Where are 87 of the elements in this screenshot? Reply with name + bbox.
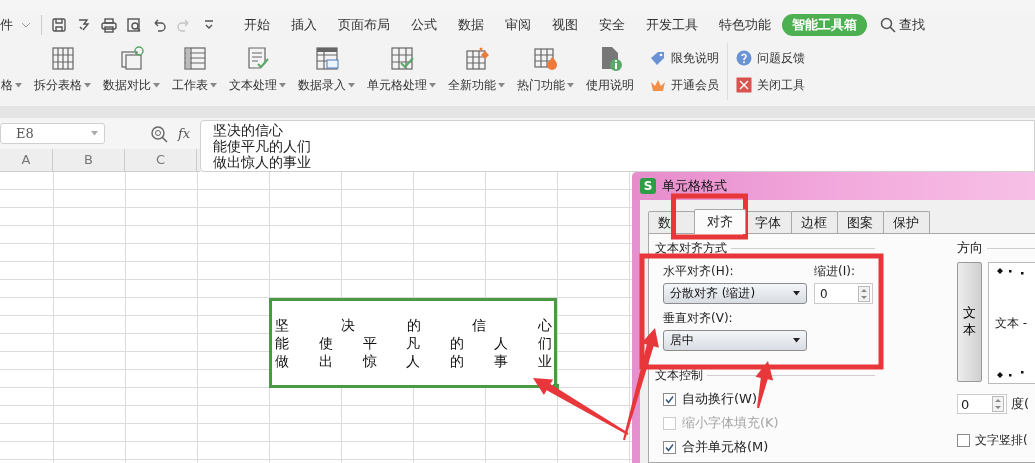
menu-tab[interactable]: 页面布局 — [328, 13, 400, 36]
caret-icon — [279, 83, 286, 88]
caret-icon — [153, 83, 160, 88]
menu-tab[interactable]: 开始 — [234, 13, 280, 36]
menu-tab[interactable]: 公式 — [401, 13, 447, 36]
menu-tab[interactable]: 安全 — [589, 13, 635, 36]
flame-table-icon — [531, 45, 560, 71]
formula-field[interactable]: 坚决的信心 能使平凡的人们 做出惊人的事业 — [200, 120, 1035, 172]
ribbon-link[interactable]: 限免说明 — [649, 49, 719, 67]
cell-text-line: 能使平凡的人们 — [275, 334, 552, 352]
field-label: 水平对齐(H): — [663, 263, 735, 280]
checkbox-label: 缩小字体填充(K) — [682, 415, 779, 431]
caret-icon — [91, 131, 98, 136]
degrees-label: 度( — [1011, 395, 1030, 413]
cell-text-line: 做出惊人的事业 — [275, 352, 552, 370]
merged-cell[interactable]: 坚决的信心 能使平凡的人们 做出惊人的事业 — [269, 298, 557, 388]
caret-icon — [793, 338, 800, 343]
ribbon-tool-button[interactable]: 单元格处理 — [366, 37, 437, 106]
degrees-field[interactable]: 0 — [957, 394, 1007, 414]
menu-tab[interactable]: 视图 — [542, 13, 588, 36]
zoom-icon[interactable] — [150, 124, 168, 143]
group-label: 文本控制 — [655, 366, 703, 384]
ribbon-link[interactable]: 问题反馈 — [736, 49, 805, 67]
field-label: 缩进(I): — [814, 263, 856, 280]
function-button[interactable]: fx — [178, 126, 191, 141]
dialog-tab[interactable]: 图案 — [837, 211, 884, 233]
ribbon-tool-button[interactable]: 格 — [0, 37, 23, 106]
checkbox-label: 合并单元格(M) — [682, 439, 769, 455]
cell-text-line: 坚决的信心 — [275, 316, 552, 334]
caret-icon — [348, 83, 355, 88]
preview-icon[interactable] — [125, 15, 143, 34]
caret-icon — [498, 83, 505, 88]
ribbon-tool-button[interactable]: 全新功能 — [447, 37, 506, 106]
app-logo: S — [640, 178, 656, 194]
ribbon-link[interactable]: 开通会员 — [649, 76, 719, 94]
group-label: 文本对齐方式 — [655, 239, 727, 257]
ribbon-tool-button[interactable]: 数据录入 — [297, 37, 356, 106]
menu-tab[interactable]: 开发工具 — [636, 13, 708, 36]
save-icon[interactable] — [50, 15, 68, 34]
checkbox[interactable] — [663, 392, 676, 406]
menu-tab[interactable]: 插入 — [281, 13, 327, 36]
field-label: 垂直对齐(V): — [663, 310, 734, 327]
search-button[interactable]: 查找 — [874, 14, 931, 35]
checkbox-label: 文字竖排( — [975, 432, 1028, 449]
group-label: 方向 — [957, 240, 983, 257]
caret-icon — [84, 83, 91, 88]
caret-icon — [429, 83, 436, 88]
ribbon-tool-button[interactable]: 热门功能 — [516, 37, 575, 106]
tag-icon — [649, 50, 666, 66]
vertical-text-button[interactable]: 文本 — [957, 262, 982, 382]
column-header[interactable]: A — [0, 149, 53, 171]
file-menu[interactable]: 件 — [0, 15, 13, 34]
caret-icon — [567, 83, 574, 88]
checkbox[interactable] — [663, 440, 676, 454]
orientation-dial[interactable]: 文本 - — [988, 262, 1035, 384]
caret-icon — [210, 83, 217, 88]
caret-icon — [15, 83, 22, 88]
ribbon-tool-button[interactable]: 拆分表格 — [33, 37, 92, 106]
dialog-title: 单元格格式 — [662, 177, 727, 195]
menu-tab[interactable]: 数据 — [448, 13, 494, 36]
menu-tab[interactable]: 审阅 — [495, 13, 541, 36]
checkbox[interactable] — [957, 434, 970, 447]
horizontal-align-select[interactable]: 分散对齐 (缩进) — [663, 283, 807, 304]
search-icon — [880, 16, 896, 33]
column-header[interactable]: B — [53, 149, 125, 171]
ribbon-tool-button[interactable]: 使用说明 — [585, 37, 635, 106]
ribbon-link[interactable]: 关闭工具 — [736, 76, 805, 94]
dialog-tab[interactable]: 对齐 — [694, 209, 746, 234]
ribbon-tool-button[interactable]: 文本处理 — [228, 37, 287, 106]
chevron-icon[interactable] — [21, 21, 31, 28]
caret-icon — [793, 291, 800, 296]
dialog-tab[interactable]: 保护 — [883, 211, 930, 233]
spinner-arrows-icon[interactable] — [858, 285, 870, 302]
column-header[interactable]: C — [125, 149, 197, 171]
close-icon — [736, 77, 752, 93]
vertical-align-select[interactable]: 居中 — [663, 330, 807, 351]
help-icon — [736, 50, 752, 66]
print-icon[interactable] — [100, 15, 118, 34]
annotation-arrow — [755, 361, 774, 409]
ribbon-tool-button[interactable]: 工作表 — [171, 37, 218, 106]
menu-tab[interactable]: 特色功能 — [709, 13, 781, 36]
name-box[interactable]: E8 — [0, 123, 105, 144]
ribbon-tool-button[interactable]: 数据对比 — [102, 37, 161, 106]
dialog-tab[interactable]: 边框 — [791, 211, 838, 233]
indent-field[interactable]: 0 — [814, 283, 873, 304]
checkbox-label: 自动换行(W) — [682, 391, 757, 407]
spinner-arrows-icon[interactable] — [992, 396, 1004, 412]
